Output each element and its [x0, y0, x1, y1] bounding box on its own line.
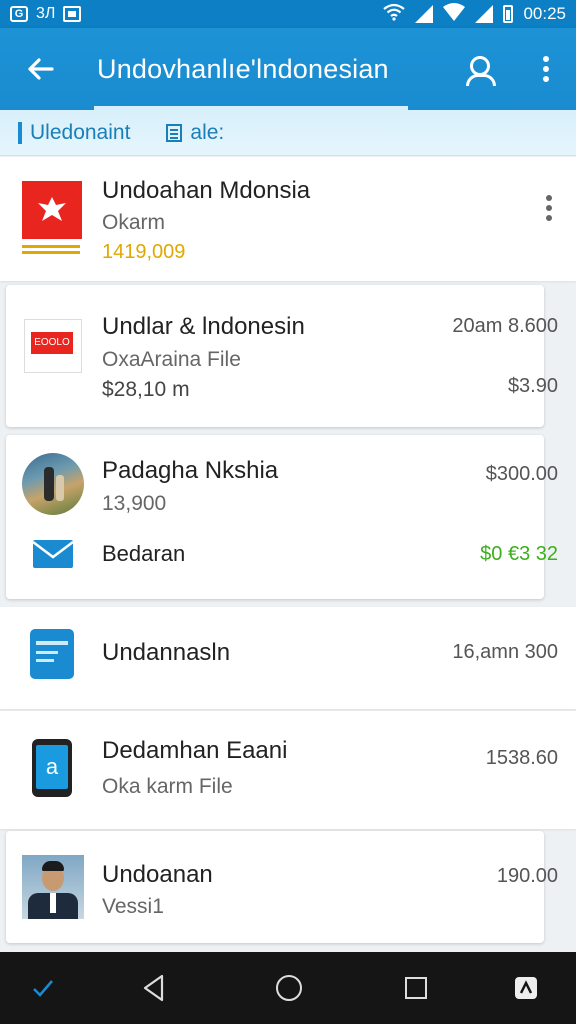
item-value: $28,10 m — [102, 378, 190, 401]
item-amount: $3.90 — [507, 375, 558, 397]
person-search-icon — [466, 54, 496, 86]
filter-marker-icon — [18, 121, 22, 144]
item-subtitle: 13,900 — [102, 492, 167, 515]
overflow-menu-button[interactable] — [516, 28, 576, 110]
list-item[interactable]: Undoahan Mdonsia Okarm 1419,009 — [0, 157, 576, 281]
screen-rotate-button[interactable] — [476, 952, 576, 1024]
arrow-left-icon — [28, 58, 54, 80]
transaction-list: Undoahan Mdonsia Okarm 1419,009 EOOLO Un… — [0, 157, 576, 952]
item-secondary-title: Bedaran — [102, 541, 186, 566]
signal-icon — [415, 5, 434, 23]
nav-back-icon — [143, 974, 163, 1002]
person-photo-icon — [22, 855, 84, 919]
wifi-icon — [383, 3, 406, 26]
status-left-text: 3Л — [36, 5, 56, 22]
search-button[interactable] — [446, 28, 516, 110]
list-item[interactable]: Padagha Nkshia 13,900 $300.00 Bedaran $0… — [6, 435, 558, 599]
indonesia-emblem-icon — [22, 181, 82, 259]
item-subtitle: OxaAraina File — [102, 348, 241, 371]
notification-icon: G — [10, 6, 28, 22]
status-time: 00:25 — [523, 4, 566, 23]
item-value: 1419,009 — [102, 241, 186, 263]
battery-icon — [503, 5, 514, 23]
list-item[interactable]: Undannasln 16,amn 300 — [0, 607, 576, 709]
photo-avatar-icon — [22, 453, 84, 515]
back-button[interactable] — [0, 28, 80, 110]
filter-label-2[interactable]: ale: — [190, 121, 224, 145]
wifi-full-icon — [443, 2, 466, 26]
list-item[interactable]: EOOLO Undlar & lndonesin OxaAraina File … — [6, 285, 558, 427]
item-title: Undoanan — [102, 861, 213, 888]
item-title: Dedamhan Eaani — [102, 737, 288, 764]
item-time: 1538.60 — [485, 747, 558, 769]
screen-rotate-icon — [515, 977, 537, 999]
item-title: Undlar & lndonesin — [102, 313, 305, 340]
item-subtitle: Okarm — [102, 211, 165, 234]
item-more-icon[interactable] — [546, 195, 552, 221]
check-icon — [33, 980, 53, 997]
item-time: 16,amn 300 — [452, 641, 558, 663]
app-bar: Undovhanlıe'lndonesian — [0, 28, 576, 110]
more-vertical-icon — [543, 56, 549, 82]
item-subtitle: Oka karm File — [102, 775, 233, 798]
filter-label[interactable]: Uledonaint — [30, 121, 130, 145]
item-title: Padagha Nkshia — [102, 457, 279, 484]
system-nav-bar — [0, 952, 576, 1024]
filter-bar: Uledonaint ale: — [0, 110, 576, 156]
red-label-icon: EOOLO — [24, 319, 82, 373]
check-button[interactable] — [0, 952, 86, 1024]
list-item[interactable]: a Dedamhan Eaani Oka karm File 1538.60 — [0, 711, 576, 829]
item-subtitle: Vessi1 — [102, 895, 164, 918]
card-app-icon — [30, 629, 74, 679]
mail-icon — [32, 537, 74, 571]
phone-app-icon: a — [32, 739, 72, 797]
nav-recents-icon — [405, 977, 427, 999]
document-icon — [166, 123, 183, 142]
list-item[interactable]: Undoanan Vessi1 190.00 — [6, 831, 558, 943]
item-time: 190.00 — [496, 865, 558, 887]
nav-recents-button[interactable] — [356, 952, 476, 1024]
nav-back-button[interactable] — [86, 952, 221, 1024]
item-time: $300.00 — [485, 463, 558, 485]
image-notification-icon — [63, 6, 82, 22]
item-title: Undannasln — [102, 639, 231, 666]
signal-strength-icon — [475, 5, 494, 23]
nav-home-icon — [275, 975, 302, 1001]
item-amount: $0 €3 32 — [480, 543, 558, 565]
item-title: Undoahan Mdonsia — [102, 177, 311, 204]
app-title: Undovhanlıe'lndonesian — [97, 53, 389, 84]
status-bar: G 3Л 00:25 — [0, 0, 576, 28]
nav-home-button[interactable] — [221, 952, 356, 1024]
item-time: 20am 8.600 — [452, 315, 558, 337]
